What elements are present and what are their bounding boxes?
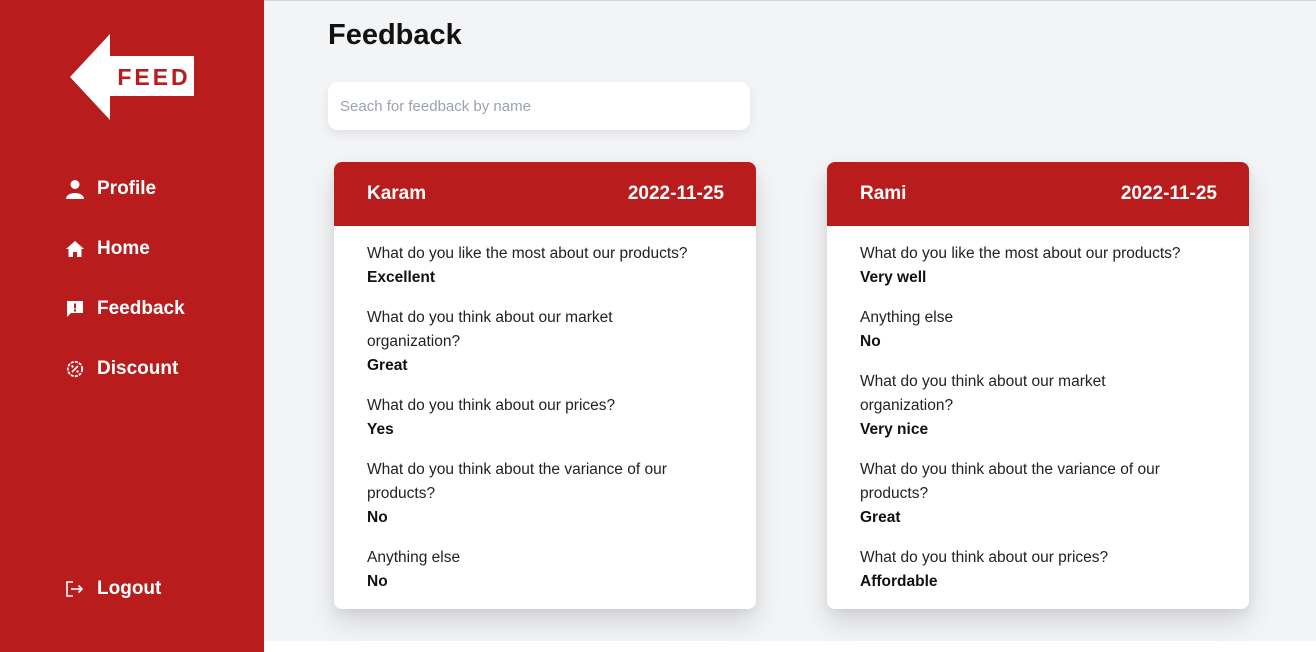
nav-label-home: Home — [97, 238, 150, 259]
answer-text: Yes — [367, 421, 394, 438]
sidebar: FEED Profile Home Feedback Discount Logo… — [0, 0, 264, 652]
question-text: What do you like the most about our prod… — [860, 245, 1181, 262]
card-header: Rami 2022-11-25 — [827, 162, 1249, 226]
question-text: What do you think about the variance of … — [860, 461, 1160, 502]
card-date: 2022-11-25 — [627, 183, 724, 204]
qa-item: What do you think about our market organ… — [367, 306, 723, 378]
qa-item: What do you like the most about our prod… — [860, 242, 1216, 290]
answer-text: Excellent — [367, 269, 436, 286]
logout-button[interactable]: Logout — [64, 574, 161, 604]
feedback-card: Karam 2022-11-25 What do you like the mo… — [334, 162, 756, 609]
answer-text: No — [367, 573, 388, 590]
card-body: What do you like the most about our prod… — [827, 226, 1249, 594]
answer-text: Great — [860, 509, 901, 526]
question-text: What do you think about our market organ… — [860, 373, 1106, 414]
qa-item: What do you think about the variance of … — [860, 458, 1216, 530]
logout-icon — [64, 578, 86, 600]
question-text: What do you think about our prices? — [860, 549, 1109, 566]
search-input[interactable] — [328, 82, 750, 130]
card-header: Karam 2022-11-25 — [334, 162, 756, 226]
question-text: What do you think about our market organ… — [367, 309, 613, 350]
feedback-card: Rami 2022-11-25 What do you like the mos… — [827, 162, 1249, 609]
answer-text: Great — [367, 357, 408, 374]
question-text: Anything else — [860, 309, 954, 326]
nav-item-discount[interactable]: Discount — [64, 354, 178, 384]
qa-item: What do you think about the variance of … — [367, 458, 723, 530]
answer-text: Very nice — [860, 421, 929, 438]
logout-label: Logout — [97, 578, 162, 599]
card-date: 2022-11-25 — [1120, 183, 1217, 204]
answer-text: No — [367, 509, 388, 526]
question-text: What do you like the most about our prod… — [367, 245, 688, 262]
qa-item: What do you like the most about our prod… — [367, 242, 723, 290]
card-author-name: Rami — [860, 183, 907, 204]
discount-icon — [64, 358, 86, 380]
nav-item-home[interactable]: Home — [64, 234, 150, 264]
nav-item-feedback[interactable]: Feedback — [64, 294, 185, 324]
card-author-name: Karam — [367, 183, 427, 204]
qa-item: What do you think about our prices? Yes — [367, 394, 723, 442]
qa-item: What do you think about our prices? Affo… — [860, 546, 1216, 594]
svg-text:FEED: FEED — [117, 64, 190, 90]
question-text: What do you think about the variance of … — [367, 461, 667, 502]
question-text: Anything else — [367, 549, 461, 566]
answer-text: No — [860, 333, 881, 350]
nav-label-profile: Profile — [97, 178, 157, 199]
nav-item-profile[interactable]: Profile — [64, 174, 156, 204]
answer-text: Affordable — [860, 573, 938, 590]
feed-logo[interactable]: FEED — [70, 34, 194, 120]
qa-item: Anything else No — [367, 546, 723, 594]
nav-label-discount: Discount — [97, 358, 179, 379]
home-icon — [64, 238, 86, 260]
feedback-icon — [64, 298, 86, 320]
qa-item: Anything else No — [860, 306, 1216, 354]
qa-item: What do you think about our market organ… — [860, 370, 1216, 442]
user-icon — [64, 178, 86, 200]
question-text: What do you think about our prices? — [367, 397, 616, 414]
main-content: Feedback Karam 2022-11-25 What do you li… — [264, 0, 1316, 641]
answer-text: Very well — [860, 269, 927, 286]
nav-label-feedback: Feedback — [97, 298, 185, 319]
card-body: What do you like the most about our prod… — [334, 226, 756, 594]
page-title: Feedback — [328, 19, 462, 51]
